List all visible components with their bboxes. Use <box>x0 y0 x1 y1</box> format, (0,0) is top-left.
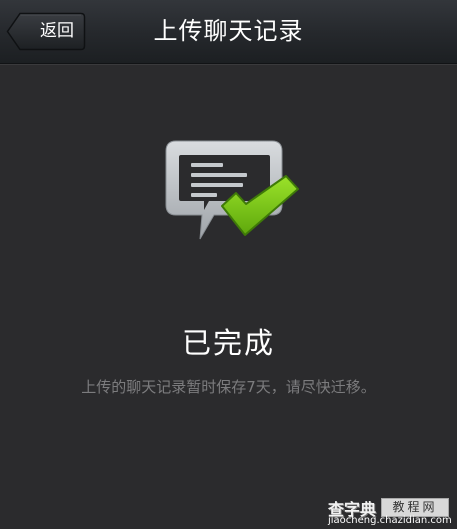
back-button[interactable]: 返回 <box>6 12 86 51</box>
navigation-bar: 返回 上传聊天记录 <box>0 0 457 64</box>
back-button-label: 返回 <box>40 21 74 41</box>
chat-record-check-icon <box>164 138 306 254</box>
watermark-domain: jiaocheng.chazidian.com <box>328 515 452 526</box>
status-description: 上传的聊天记录暂时保存7天，请尽快迁移。 <box>81 378 376 396</box>
watermark: 查字典 教程网 jiaocheng.chazidian.com <box>324 496 454 526</box>
status-title: 已完成 <box>181 326 275 360</box>
page-title: 上传聊天记录 <box>153 17 304 45</box>
